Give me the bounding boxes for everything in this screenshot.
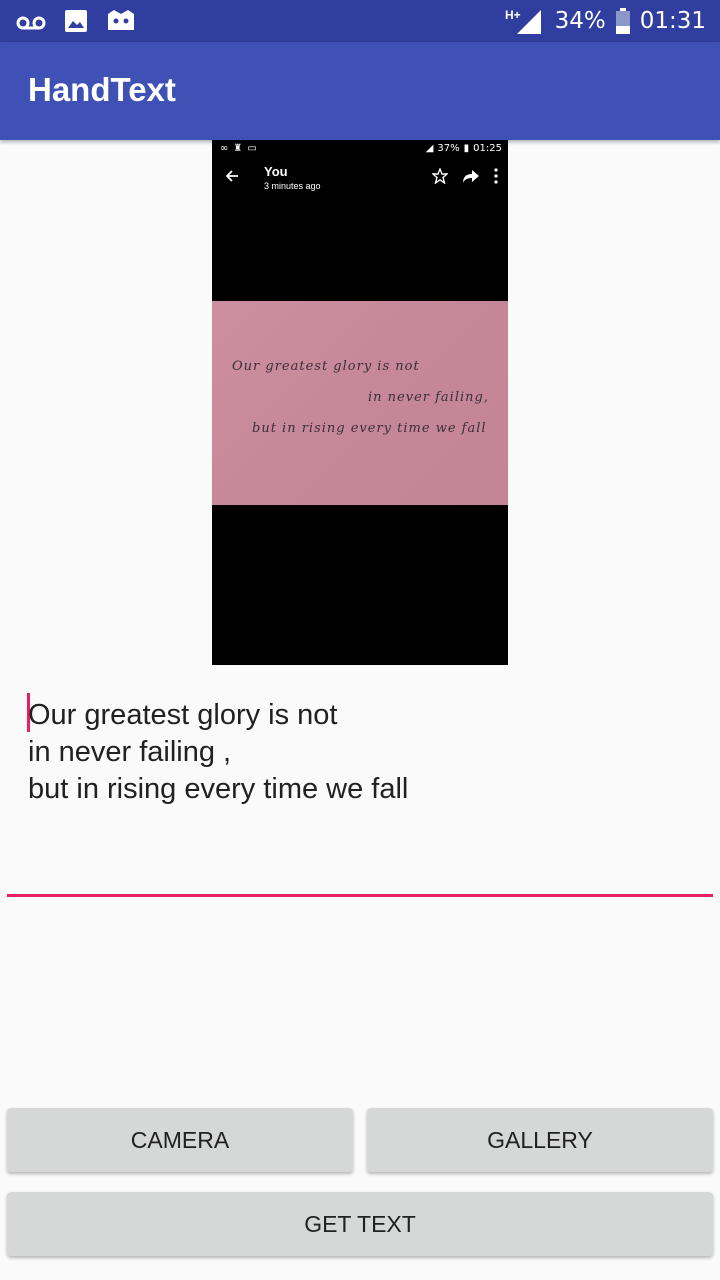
image-preview: ∞ ♜ ▭ ◢ 37% ▮ 01:25 You 3 minutes ago Ou… [212,140,508,665]
camera-button[interactable]: CAMERA [7,1108,353,1172]
preview-sender-name: You [264,164,288,179]
share-icon [462,168,480,188]
gallery-button[interactable]: GALLERY [367,1108,713,1172]
star-icon [431,167,449,188]
more-vert-icon [494,168,498,188]
status-bar: H+ 34% 01:31 [0,0,720,42]
text-line-1: Our greatest glory is not [28,699,338,731]
handwritten-note: Our greatest glory is not in never faili… [212,301,508,505]
preview-battery-icon: ▮ [463,143,470,154]
preview-game-icon: ♜ [233,143,243,154]
text-line-2: in never failing , [28,736,232,768]
notification-icons [16,7,136,35]
preview-toolbar: You 3 minutes ago [212,158,508,200]
battery-percent: 34% [554,8,606,34]
image-icon [64,9,88,33]
preview-voicemail-icon: ∞ [220,143,229,154]
signal-icon: H+ [505,6,545,36]
app-bar: HandText [0,42,720,140]
get-text-button[interactable]: GET TEXT [7,1192,713,1256]
text-line-3: but in rising every time we fall [28,773,409,805]
network-type: H+ [505,8,521,22]
handwriting-line-1: Our greatest glory is not [232,359,420,374]
preview-sender-time: 3 minutes ago [264,181,321,191]
battery-icon [615,8,630,34]
app-title: HandText [28,71,176,108]
back-arrow-icon [224,168,240,188]
game-icon [106,8,136,34]
voicemail-icon [16,12,46,30]
preview-status-bar: ∞ ♜ ▭ ◢ 37% ▮ 01:25 [212,140,508,158]
preview-time: 01:25 [473,143,502,154]
recognized-text-field[interactable]: Our greatest glory is not in never faili… [28,697,688,808]
handwriting-line-3: but in rising every time we fall [252,421,487,436]
status-time: 01:31 [639,8,706,34]
handwriting-line-2: in never failing, [368,390,489,405]
preview-signal-icon: ◢ [425,143,434,154]
preview-laptop-icon: ▭ [247,143,257,154]
preview-battery-percent: 37% [437,143,460,154]
text-field-underline [7,894,713,897]
